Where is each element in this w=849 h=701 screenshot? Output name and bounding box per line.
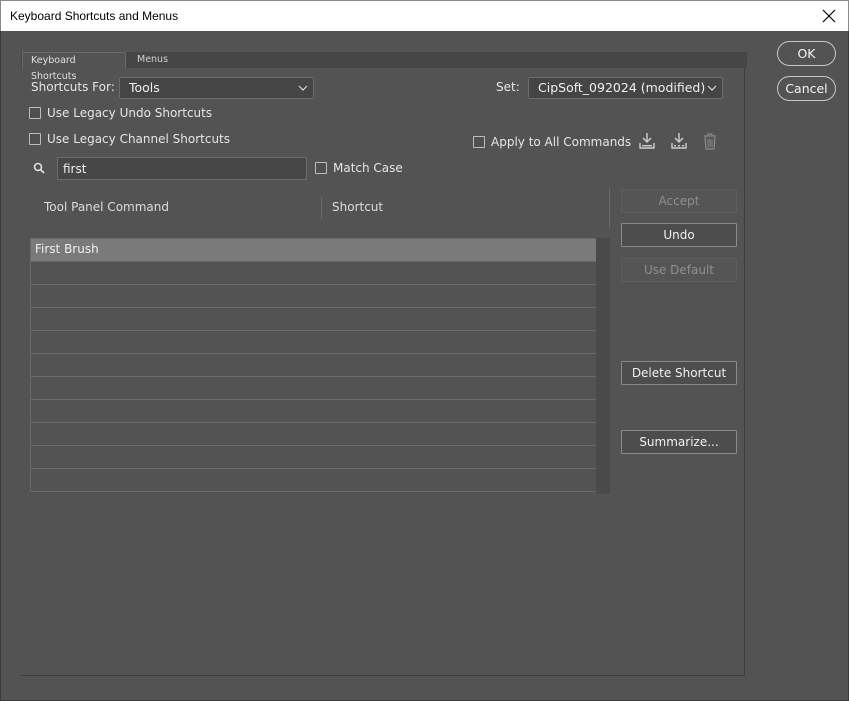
table-row — [31, 331, 596, 354]
column-header-command[interactable]: Tool Panel Command — [44, 200, 169, 214]
checkbox-box[interactable] — [29, 107, 41, 119]
delete-set-icon[interactable] — [702, 133, 718, 153]
tab-menus[interactable]: Menus — [129, 52, 187, 69]
column-divider[interactable] — [321, 197, 322, 219]
shortcuts-for-label: Shortcuts For: — [31, 80, 115, 94]
search-input[interactable] — [57, 157, 307, 180]
title-bar: Keyboard Shortcuts and Menus — [0, 0, 849, 31]
column-header-shortcut[interactable]: Shortcut — [332, 200, 383, 214]
table-row — [31, 446, 596, 469]
shortcuts-for-select[interactable]: Tools — [119, 77, 314, 99]
checkbox-box[interactable] — [473, 136, 485, 148]
undo-button[interactable]: Undo — [621, 223, 737, 247]
apply-all-label: Apply to All Commands — [491, 135, 632, 149]
save-set-icon[interactable] — [638, 132, 656, 153]
shortcuts-table: Tool Panel Command Shortcut First Brush — [30, 188, 611, 494]
set-label: Set: — [496, 80, 520, 94]
match-case-label: Match Case — [333, 161, 403, 175]
legacy-channel-label: Use Legacy Channel Shortcuts — [47, 132, 231, 146]
match-case-checkbox[interactable]: Match Case — [315, 161, 403, 175]
table-row — [31, 262, 596, 285]
use-default-button[interactable]: Use Default — [621, 258, 737, 282]
close-icon[interactable] — [816, 3, 842, 29]
command-cell: First Brush — [35, 242, 99, 256]
chevron-down-icon — [298, 85, 308, 91]
checkbox-box[interactable] — [315, 162, 327, 174]
set-value: CipSoft_092024 (modified) — [538, 80, 706, 95]
tab-keyboard-shortcuts[interactable]: Keyboard Shortcuts — [22, 52, 126, 82]
table-body: First Brush — [30, 238, 596, 492]
chevron-down-icon — [707, 85, 717, 91]
header-edge — [609, 188, 610, 228]
table-row — [31, 469, 596, 492]
delete-shortcut-button[interactable]: Delete Shortcut — [621, 361, 737, 385]
table-row[interactable]: First Brush — [31, 239, 596, 262]
window-title: Keyboard Shortcuts and Menus — [10, 9, 179, 23]
save-as-new-set-icon[interactable] — [669, 132, 689, 153]
legacy-undo-checkbox[interactable]: Use Legacy Undo Shortcuts — [29, 106, 212, 120]
apply-all-checkbox[interactable]: Apply to All Commands — [473, 135, 631, 149]
search-icon — [33, 162, 45, 177]
cancel-button[interactable]: Cancel — [777, 76, 836, 101]
table-row — [31, 400, 596, 423]
table-row — [31, 354, 596, 377]
shortcuts-for-value: Tools — [129, 80, 160, 95]
table-row — [31, 285, 596, 308]
summarize-button[interactable]: Summarize... — [621, 430, 737, 454]
ok-button[interactable]: OK — [777, 41, 836, 66]
checkbox-box[interactable] — [29, 133, 41, 145]
accept-button[interactable]: Accept — [621, 189, 737, 213]
table-header: Tool Panel Command Shortcut — [30, 188, 611, 228]
table-row — [31, 377, 596, 400]
table-scrollbar[interactable] — [596, 238, 610, 494]
legacy-undo-label: Use Legacy Undo Shortcuts — [47, 106, 213, 120]
set-select[interactable]: CipSoft_092024 (modified) — [528, 77, 723, 99]
table-row — [31, 423, 596, 446]
legacy-channel-checkbox[interactable]: Use Legacy Channel Shortcuts — [29, 132, 230, 146]
table-row — [31, 308, 596, 331]
